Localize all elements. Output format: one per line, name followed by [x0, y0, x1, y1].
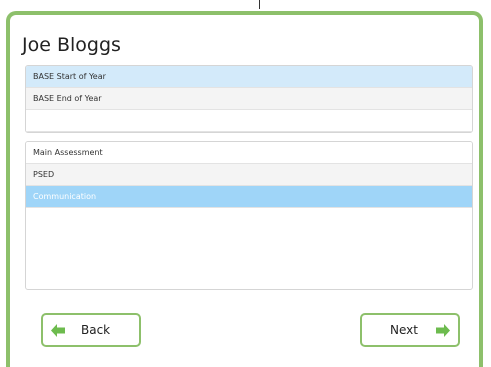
assessment-list: Main Assessment PSED Communication	[25, 141, 473, 290]
period-item-base-end[interactable]: BASE End of Year	[26, 88, 472, 110]
assessment-item-communication[interactable]: Communication	[26, 186, 472, 208]
top-divider-mark	[259, 0, 260, 9]
back-button[interactable]: Back	[41, 313, 141, 347]
top-strip	[0, 0, 491, 11]
period-item-base-start[interactable]: BASE Start of Year	[26, 66, 472, 88]
assessment-item-main[interactable]: Main Assessment	[26, 142, 472, 164]
assessment-item-psed[interactable]: PSED	[26, 164, 472, 186]
next-button-label: Next	[390, 323, 418, 337]
pupil-name-title: Joe Bloggs	[22, 34, 121, 56]
period-item-empty[interactable]	[26, 110, 472, 132]
arrow-right-icon	[436, 324, 450, 337]
period-list: BASE Start of Year BASE End of Year	[25, 65, 473, 133]
back-button-label: Back	[81, 323, 111, 337]
next-button[interactable]: Next	[360, 313, 460, 347]
app-frame: Joe Bloggs BASE Start of Year BASE End o…	[0, 0, 491, 367]
arrow-left-icon	[51, 324, 65, 337]
